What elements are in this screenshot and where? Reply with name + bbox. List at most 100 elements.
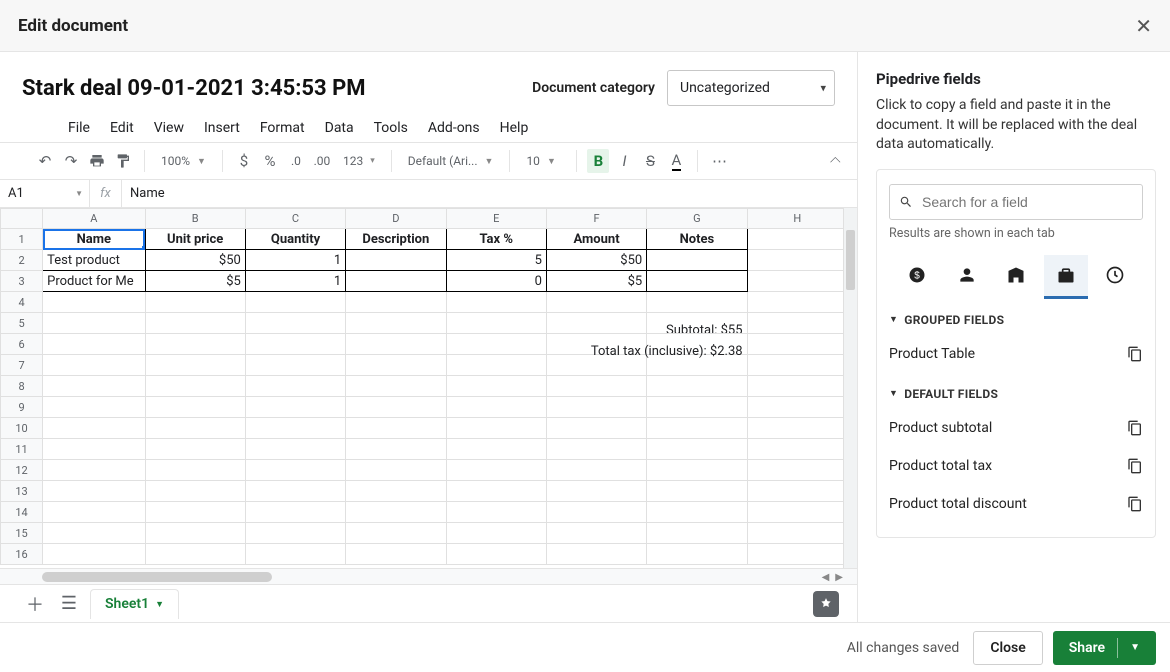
copy-icon[interactable] [1127, 420, 1143, 436]
cell[interactable] [145, 397, 245, 418]
all-sheets-button[interactable]: ☰ [56, 591, 82, 617]
cell[interactable] [346, 502, 446, 523]
cell[interactable]: $50 [546, 250, 646, 271]
col-header-A[interactable]: A [43, 209, 145, 229]
cell[interactable] [346, 376, 446, 397]
cell[interactable] [747, 481, 847, 502]
cell[interactable]: Subtotal: $55 [647, 313, 747, 334]
tab-activity-icon[interactable] [1093, 255, 1137, 299]
cell[interactable] [346, 250, 446, 271]
font-size-select[interactable]: 10▼ [520, 149, 566, 173]
row-header[interactable]: 9 [1, 397, 43, 418]
cell[interactable] [546, 418, 646, 439]
cell[interactable] [747, 313, 847, 334]
cell[interactable] [346, 292, 446, 313]
row-header[interactable]: 10 [1, 418, 43, 439]
cell[interactable] [245, 481, 345, 502]
cell[interactable] [43, 313, 145, 334]
close-button[interactable]: Close [973, 631, 1042, 665]
col-header-H[interactable]: H [747, 209, 847, 229]
row-header[interactable]: 7 [1, 355, 43, 376]
number-format-select[interactable]: 123▾ [337, 149, 381, 173]
cell[interactable] [145, 502, 245, 523]
row-header[interactable]: 2 [1, 250, 43, 271]
cell[interactable] [446, 313, 546, 334]
field-product-total-tax[interactable]: Product total tax [889, 447, 1143, 485]
cell[interactable]: 1 [245, 250, 345, 271]
cell[interactable] [43, 292, 145, 313]
cell[interactable] [546, 460, 646, 481]
cell[interactable] [346, 271, 446, 292]
cell[interactable] [546, 502, 646, 523]
cell[interactable]: Quantity [245, 229, 345, 250]
cell[interactable] [647, 418, 747, 439]
col-header-E[interactable]: E [446, 209, 546, 229]
grouped-fields-header[interactable]: ▼GROUPED FIELDS [889, 313, 1143, 327]
col-header-G[interactable]: G [647, 209, 747, 229]
cell[interactable] [145, 334, 245, 355]
row-header[interactable]: 6 [1, 334, 43, 355]
cell[interactable] [43, 544, 145, 565]
cell[interactable] [647, 523, 747, 544]
cell[interactable] [546, 481, 646, 502]
bold-button[interactable]: B [587, 149, 609, 173]
search-field-input[interactable] [889, 184, 1143, 220]
scroll-left-icon[interactable]: ◀ [822, 572, 830, 583]
cell[interactable] [245, 334, 345, 355]
cell[interactable] [145, 313, 245, 334]
col-header-B[interactable]: B [145, 209, 245, 229]
cell[interactable] [245, 292, 345, 313]
field-product-total-discount[interactable]: Product total discount [889, 485, 1143, 523]
horizontal-scrollbar[interactable]: ◀▶ [0, 568, 857, 584]
cell[interactable]: Tax % [446, 229, 546, 250]
cell[interactable] [747, 460, 847, 481]
cell[interactable] [145, 355, 245, 376]
cell[interactable] [446, 397, 546, 418]
strikethrough-button[interactable]: S [639, 149, 661, 173]
cell[interactable]: Test product [43, 250, 145, 271]
cell[interactable] [747, 439, 847, 460]
cell[interactable] [546, 292, 646, 313]
cell[interactable] [747, 271, 847, 292]
row-header[interactable]: 11 [1, 439, 43, 460]
print-icon[interactable] [86, 149, 108, 173]
cell[interactable] [446, 334, 546, 355]
cell[interactable] [647, 376, 747, 397]
cell[interactable] [546, 376, 646, 397]
cell[interactable] [145, 544, 245, 565]
cell[interactable]: Total tax (inclusive): $2.38 [647, 334, 747, 355]
cell[interactable] [446, 376, 546, 397]
cell[interactable] [446, 502, 546, 523]
cell[interactable]: $5 [145, 271, 245, 292]
copy-icon[interactable] [1127, 458, 1143, 474]
add-sheet-button[interactable]: ＋ [22, 591, 48, 617]
italic-button[interactable]: I [613, 149, 635, 173]
cell[interactable] [747, 523, 847, 544]
cell[interactable] [145, 418, 245, 439]
cell[interactable] [647, 481, 747, 502]
cell[interactable] [245, 460, 345, 481]
row-header[interactable]: 14 [1, 502, 43, 523]
currency-icon[interactable]: $ [233, 149, 255, 173]
cell[interactable] [43, 439, 145, 460]
cell[interactable] [747, 376, 847, 397]
row-header[interactable]: 1 [1, 229, 43, 250]
cell[interactable] [245, 523, 345, 544]
row-header[interactable]: 3 [1, 271, 43, 292]
cell[interactable] [747, 418, 847, 439]
cell[interactable] [747, 250, 847, 271]
vertical-scrollbar[interactable] [843, 208, 857, 568]
cell[interactable] [647, 397, 747, 418]
cell[interactable] [346, 460, 446, 481]
cell[interactable] [446, 544, 546, 565]
cell[interactable] [747, 502, 847, 523]
sheet-tab[interactable]: Sheet1▼ [90, 589, 179, 619]
cell[interactable] [446, 355, 546, 376]
cell[interactable]: Amount [546, 229, 646, 250]
menu-addons[interactable]: Add-ons [428, 120, 480, 136]
row-header[interactable]: 16 [1, 544, 43, 565]
cell[interactable] [145, 523, 245, 544]
cell[interactable] [747, 334, 847, 355]
cell[interactable] [245, 313, 345, 334]
cell[interactable]: Unit price [145, 229, 245, 250]
